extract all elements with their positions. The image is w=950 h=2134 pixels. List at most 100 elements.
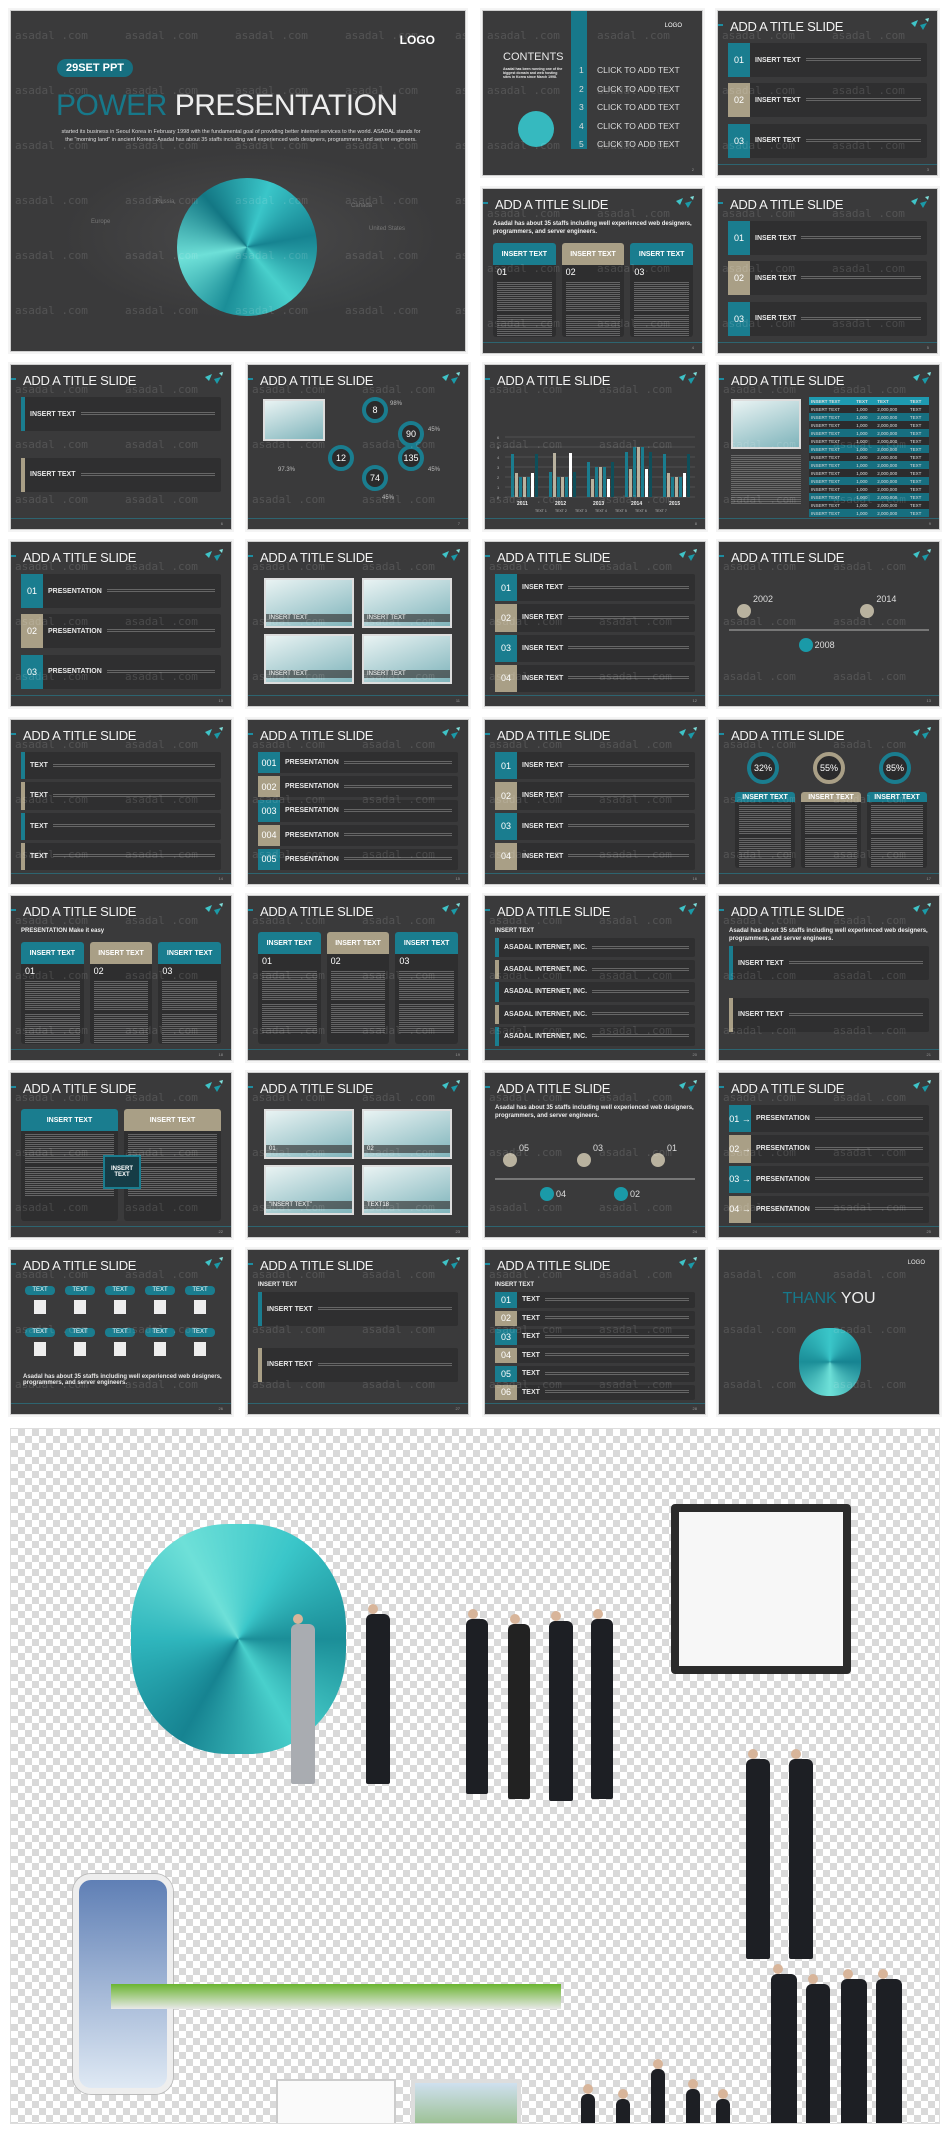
content-row[interactable]: TEXT	[21, 812, 221, 840]
contents-slide[interactable]: LOGO CONTENTS Asadal has been running one …	[482, 10, 703, 176]
content-row[interactable]: TEXT	[21, 752, 221, 780]
image-card[interactable]: 02	[362, 1109, 452, 1159]
slide-thumbnail[interactable]: ADD A TITLE SLIDE 22 INSERT TEXT INSERT TEX…	[10, 1072, 232, 1238]
content-row[interactable]: INSERT TEXT	[729, 946, 929, 980]
content-row[interactable]: 06 TEXT	[495, 1384, 695, 1400]
text-tab[interactable]: TEXT	[145, 1286, 175, 1295]
text-tab[interactable]: TEXT	[105, 1328, 135, 1337]
image-card[interactable]: 01	[264, 1109, 354, 1159]
slide-thumbnail[interactable]: ADD A TITLE SLIDE 13 2002 2008 2014 asadal .c…	[718, 541, 940, 707]
slide-thumbnail[interactable]: ADD A TITLE SLIDE 26 Asadal has about 35 s…	[10, 1249, 232, 1415]
slide-thumbnail[interactable]: ADD A TITLE SLIDE 8 0 1 2 3 4 5 6 2011 2012 2013 201…	[484, 364, 706, 530]
content-card[interactable]: INSERT TEXT 02	[89, 942, 153, 1044]
content-row[interactable]: 004 PRESENTATION	[258, 824, 458, 846]
slide-thumbnail[interactable]: ADD A TITLE SLIDE 23 01 02 "INSERT TEXT" TEXT…	[247, 1072, 469, 1238]
content-card[interactable]: INSERT TEXT 03	[395, 932, 458, 1044]
content-row[interactable]: 01 INSER TEXT	[728, 221, 927, 255]
slide-thumbnail[interactable]: ADD A TITLE SLIDE 20 INSERT TEXT ASADAL INT…	[484, 895, 706, 1061]
content-row[interactable]: 03 PRESENTATION	[21, 654, 221, 689]
content-card[interactable]: INSERT TEXT 02	[326, 932, 390, 1044]
slide-thumbnail[interactable]: ADD A TITLE SLIDE 4 Asadal has about 35 st…	[482, 188, 703, 354]
slide-thumbnail[interactable]: ADD A TITLE SLIDE 15 001 PRESENTATION 002 PRE…	[247, 719, 469, 885]
contents-item[interactable]: 4 CLICK TO ADD TEXT	[579, 121, 680, 131]
content-row[interactable]: 002 PRESENTATION	[258, 776, 458, 798]
content-row[interactable]: 01 INSER TEXT	[495, 752, 695, 780]
slide-thumbnail[interactable]: ADD A TITLE SLIDE 7 8 90 12 135 74 98% 45% 97.3% 4…	[247, 364, 469, 530]
content-row[interactable]: INSERT TEXT	[729, 997, 929, 1032]
contents-item[interactable]: 2 CLICK TO ADD TEXT	[579, 84, 680, 94]
content-row[interactable]: 04 → PRESENTATION	[729, 1195, 929, 1223]
text-tab[interactable]: TEXT	[105, 1286, 135, 1295]
image-card[interactable]: INSERT TEXT	[264, 578, 354, 628]
content-row[interactable]: INSERT TEXT	[258, 1347, 458, 1382]
content-row[interactable]: 01 TEXT	[495, 1292, 695, 1308]
content-card[interactable]: INSERT TEXT 01	[493, 243, 556, 337]
text-tab[interactable]: TEXT	[185, 1328, 215, 1337]
content-row[interactable]: 02 PRESENTATION	[21, 614, 221, 649]
content-row[interactable]: 02 INSERT TEXT	[728, 83, 927, 118]
contents-item[interactable]: 3 CLICK TO ADD TEXT	[579, 102, 680, 112]
content-row[interactable]: ASADAL INTERNET, INC.	[495, 1026, 695, 1046]
cover-slide[interactable]: LOGO 29SET PPT POWER PRESENTATION started i…	[10, 10, 466, 352]
slide-thumbnail[interactable]: ADD A TITLE SLIDE 28 INSERT TEXT 01 TEXT 02 TE…	[484, 1249, 706, 1415]
slide-thumbnail[interactable]: ADD A TITLE SLIDE 16 01 INSER TEXT 02 INSER T…	[484, 719, 706, 885]
slide-thumbnail[interactable]: ADD A TITLE SLIDE 27 INSERT TEXT INSERT TEX…	[247, 1249, 469, 1415]
slide-thumbnail[interactable]: ADD A TITLE SLIDE 3 01 INSERT TEXT 02 INSERT …	[717, 10, 938, 176]
content-row[interactable]: 04 TEXT	[495, 1347, 695, 1363]
content-row[interactable]: 003 PRESENTATION	[258, 800, 458, 822]
content-row[interactable]: 03 INSER TEXT	[728, 301, 927, 336]
content-row[interactable]: 02 INSER TEXT	[495, 604, 695, 632]
content-row[interactable]: INSERT TEXT	[21, 397, 221, 431]
image-card[interactable]: INSERT TEXT	[362, 634, 452, 684]
content-card[interactable]: INSERT TEXT 03	[630, 243, 693, 337]
content-row[interactable]: 02 INSER TEXT	[728, 261, 927, 296]
content-card[interactable]: INSERT TEXT 01	[21, 942, 84, 1044]
text-tab[interactable]: TEXT	[65, 1286, 95, 1295]
content-row[interactable]: 02 → PRESENTATION	[729, 1135, 929, 1163]
slide-thumbnail[interactable]: ADD A TITLE SLIDE 12 01 INSER TEXT 02 INSER T…	[484, 541, 706, 707]
text-tab[interactable]: TEXT	[145, 1328, 175, 1337]
content-row[interactable]: ASADAL INTERNET, INC.	[495, 982, 695, 1002]
content-row[interactable]: TEXT	[21, 782, 221, 810]
slide-thumbnail[interactable]: ADD A TITLE SLIDE 14 TEXT TEXT TEXT TEXT asada…	[10, 719, 232, 885]
slide-thumbnail[interactable]: ADD A TITLE SLIDE 21 Asadal has about 35 s…	[718, 895, 940, 1061]
content-row[interactable]: 01 INSERT TEXT	[728, 43, 927, 77]
content-row[interactable]: 01 INSER TEXT	[495, 574, 695, 602]
text-tab[interactable]: TEXT	[25, 1328, 55, 1337]
content-card[interactable]: INSERT TEXT 03	[158, 942, 221, 1044]
content-row[interactable]: 02 TEXT	[495, 1310, 695, 1326]
content-row[interactable]: INSERT TEXT	[21, 457, 221, 492]
content-row[interactable]: 04 INSER TEXT	[495, 664, 695, 692]
slide-thumbnail[interactable]: ADD A TITLE SLIDE 19 INSERT TEXT 01 INSERT T…	[247, 895, 469, 1061]
content-row[interactable]: TEXT	[21, 842, 221, 870]
content-row[interactable]: 03 TEXT	[495, 1329, 695, 1345]
content-row[interactable]: 01 PRESENTATION	[21, 574, 221, 608]
slide-thumbnail[interactable]: ADD A TITLE SLIDE 25 01 → PRESENTATION 02 → P…	[718, 1072, 940, 1238]
content-row[interactable]: ASADAL INTERNET, INC.	[495, 938, 695, 958]
content-row[interactable]: 001 PRESENTATION	[258, 752, 458, 774]
content-row[interactable]: 03 INSERT TEXT	[728, 123, 927, 158]
content-row[interactable]: 005 PRESENTATION	[258, 848, 458, 870]
content-row[interactable]: INSERT TEXT	[258, 1292, 458, 1326]
content-card[interactable]: INSERT TEXT 01	[258, 932, 321, 1044]
image-card[interactable]: TEXT18	[362, 1165, 452, 1215]
content-row[interactable]: 05 TEXT	[495, 1366, 695, 1382]
text-tab[interactable]: TEXT	[185, 1286, 215, 1295]
content-row[interactable]: 04 INSER TEXT	[495, 842, 695, 870]
slide-thumbnail[interactable]: ADD A TITLE SLIDE 24 Asadal has about 35 s…	[484, 1072, 706, 1238]
slide-thumbnail[interactable]: ADD A TITLE SLIDE 10 01 PRESENTATION 02 PRESE…	[10, 541, 232, 707]
content-card[interactable]: INSERT TEXT 02	[561, 243, 625, 337]
content-row[interactable]: 03 INSER TEXT	[495, 634, 695, 662]
image-card[interactable]: INSERT TEXT	[264, 634, 354, 684]
slide-thumbnail[interactable]: LOGO THANK YOU asadal .com asadal .com asada…	[718, 1249, 940, 1415]
contents-item[interactable]: 1 CLICK TO ADD TEXT	[579, 65, 680, 75]
slide-thumbnail[interactable]: ADD A TITLE SLIDE 17 32% INSERT TEXT 55% INSE…	[718, 719, 940, 885]
slide-thumbnail[interactable]: ADD A TITLE SLIDE 18 PRESENTATION Make it …	[10, 895, 232, 1061]
content-row[interactable]: ASADAL INTERNET, INC.	[495, 1004, 695, 1024]
slide-thumbnail[interactable]: ADD A TITLE SLIDE 6 INSERT TEXT INSERT TEXT…	[10, 364, 232, 530]
slide-thumbnail[interactable]: ADD A TITLE SLIDE 5 01 INSER TEXT 02 INSER TE…	[717, 188, 938, 354]
content-row[interactable]: ASADAL INTERNET, INC.	[495, 960, 695, 980]
slide-thumbnail[interactable]: ADD A TITLE SLIDE 11 INSERT TEXT INSERT TEX…	[247, 541, 469, 707]
content-row[interactable]: 01 → PRESENTATION	[729, 1105, 929, 1133]
text-tab[interactable]: TEXT	[25, 1286, 55, 1295]
